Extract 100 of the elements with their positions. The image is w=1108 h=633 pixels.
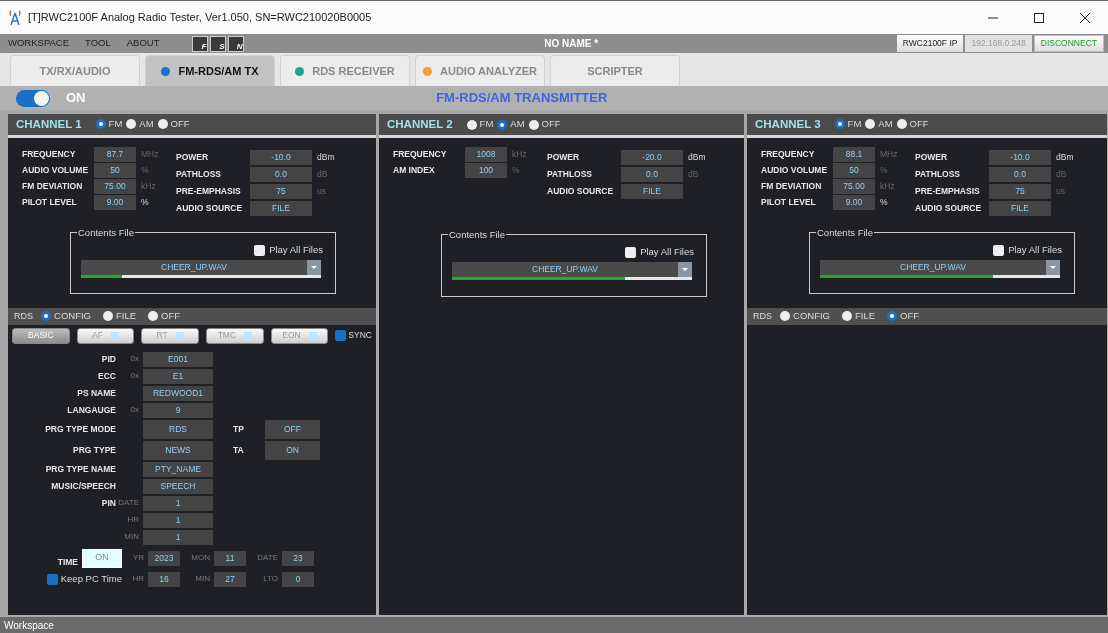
file-dropdown[interactable]: CHEER_UP.WAV [81, 260, 321, 276]
menu-item[interactable]: WORKSPACE [0, 36, 78, 51]
value-field[interactable]: ON [265, 440, 320, 460]
unit-label: kHz [879, 179, 896, 193]
field-label: POWER [547, 151, 581, 164]
value-field[interactable]: 75 [989, 183, 1051, 199]
unit-label: dBm [1055, 150, 1075, 164]
radio-button[interactable]: CONFIG [41, 309, 91, 324]
value-field[interactable]: 0 [282, 571, 314, 587]
toolbar-button[interactable]: F [191, 35, 208, 52]
play-all-checkbox[interactable]: Play All Files [820, 243, 1062, 258]
value-field[interactable]: REDWOOD1 [143, 385, 213, 401]
value-field[interactable]: OFF [265, 419, 320, 439]
field-label: AUDIO VOLUME [761, 163, 829, 177]
value-field[interactable]: -10.0 [989, 149, 1051, 165]
disconnect-button[interactable]: DISCONNECT [1033, 35, 1104, 52]
file-dropdown[interactable]: CHEER_UP.WAV [452, 262, 692, 278]
radio-button[interactable]: FILE [102, 309, 137, 324]
time-toggle-button[interactable]: ON [82, 548, 122, 568]
unit-label: dB [316, 167, 329, 181]
value-field[interactable]: 1 [143, 512, 213, 528]
value-field[interactable]: FILE [250, 200, 312, 216]
radio-button[interactable]: FM [834, 117, 862, 132]
field-label: PILOT LEVEL [761, 195, 817, 209]
value-field[interactable]: -20.0 [621, 150, 683, 165]
value-field[interactable]: FILE [621, 184, 683, 199]
value-field[interactable]: E001 [143, 351, 213, 367]
value-field[interactable]: 2023 [148, 550, 180, 566]
document-name: NO NAME * [544, 37, 599, 51]
prefix-label: LTO [262, 573, 279, 585]
caret-icon [310, 265, 318, 271]
value-field[interactable]: 1008 [465, 147, 507, 162]
field-label: FREQUENCY [22, 147, 77, 161]
menu-item[interactable]: ABOUT [118, 36, 168, 51]
field-label: POWER [176, 150, 210, 164]
play-all-checkbox[interactable]: Play All Files [452, 245, 694, 260]
value-field[interactable]: 23 [282, 550, 314, 566]
field-label: AUDIO VOLUME [22, 163, 90, 177]
antenna-icon [8, 9, 22, 26]
toolbar-button[interactable]: S [209, 35, 226, 52]
value-field[interactable]: 75 [250, 183, 312, 199]
value-field[interactable]: 0.0 [989, 166, 1051, 182]
field-label: PATHLOSS [176, 167, 223, 181]
radio-button[interactable]: OFF [157, 117, 190, 132]
radio-button[interactable]: OFF [887, 309, 920, 324]
radio-button[interactable]: FM [95, 117, 123, 132]
field-label: FM DEVIATION [761, 179, 823, 193]
radio-button[interactable]: OFF [528, 117, 561, 132]
value-field[interactable]: 75.00 [94, 178, 136, 194]
toolbar-button[interactable]: N [227, 35, 244, 52]
prefix-label: HR [131, 573, 145, 585]
value-field[interactable]: 0.0 [250, 166, 312, 182]
field-label: PID [100, 352, 116, 366]
value-field[interactable]: RDS [143, 419, 213, 439]
radio-button[interactable]: AM [497, 117, 525, 132]
unit-label: us [316, 184, 327, 198]
menu-item[interactable]: TOOL [77, 36, 119, 51]
value-field[interactable]: 9.00 [94, 194, 136, 210]
radio-button[interactable]: AM [865, 117, 893, 132]
value-field[interactable]: 9 [143, 402, 213, 418]
radio-button[interactable]: OFF [896, 117, 929, 132]
unit-label: kHz [511, 148, 528, 161]
channel-title: CHANNEL 3 [755, 116, 821, 132]
radio-button[interactable]: FM [466, 117, 494, 132]
value-field[interactable]: 75.00 [833, 178, 875, 194]
power-toggle[interactable] [16, 89, 50, 107]
sync-checkbox[interactable]: SYNC [335, 329, 372, 343]
field-label: MUSIC/SPEECH [50, 479, 116, 493]
value-field[interactable]: PTY_NAME [143, 461, 213, 477]
field-label: POWER [915, 150, 949, 164]
keep-pc-time-checkbox[interactable]: Keep PC Time [46, 571, 122, 587]
field-label: PRE-EMPHASIS [176, 184, 242, 198]
value-field[interactable]: 50 [94, 162, 136, 178]
play-all-checkbox[interactable]: Play All Files [81, 243, 323, 258]
value-field[interactable]: 50 [833, 162, 875, 178]
tab[interactable]: FM-RDS/AM TX [145, 55, 275, 86]
value-field[interactable]: -10.0 [250, 149, 312, 165]
value-field[interactable]: 27 [214, 571, 246, 587]
field-label: PATHLOSS [915, 167, 962, 181]
value-field[interactable]: FILE [989, 200, 1051, 216]
radio-button[interactable]: FILE [841, 309, 876, 324]
radio-button[interactable]: AM [126, 117, 154, 132]
value-field[interactable]: 16 [148, 571, 180, 587]
value-field[interactable]: 9.00 [833, 194, 875, 210]
value-field[interactable]: NEWS [143, 440, 213, 460]
value-field[interactable]: 1 [143, 529, 213, 545]
value-field[interactable]: 0.0 [621, 167, 683, 182]
status-text: Workspace [4, 618, 54, 633]
file-dropdown[interactable]: CHEER_UP.WAV [820, 260, 1060, 276]
value-field[interactable]: SPEECH [143, 478, 213, 494]
value-field[interactable]: 87.7 [94, 146, 136, 162]
field-label: TIME [57, 555, 78, 569]
radio-button[interactable]: OFF [148, 309, 181, 324]
value-field[interactable]: 100 [465, 163, 507, 178]
value-field[interactable]: 11 [214, 550, 246, 566]
radio-button[interactable]: CONFIG [780, 309, 830, 324]
field-label: PRG TYPE NAME [44, 462, 116, 476]
value-field[interactable]: 1 [143, 495, 213, 511]
value-field[interactable]: 88.1 [833, 146, 875, 162]
value-field[interactable]: E1 [143, 368, 213, 384]
